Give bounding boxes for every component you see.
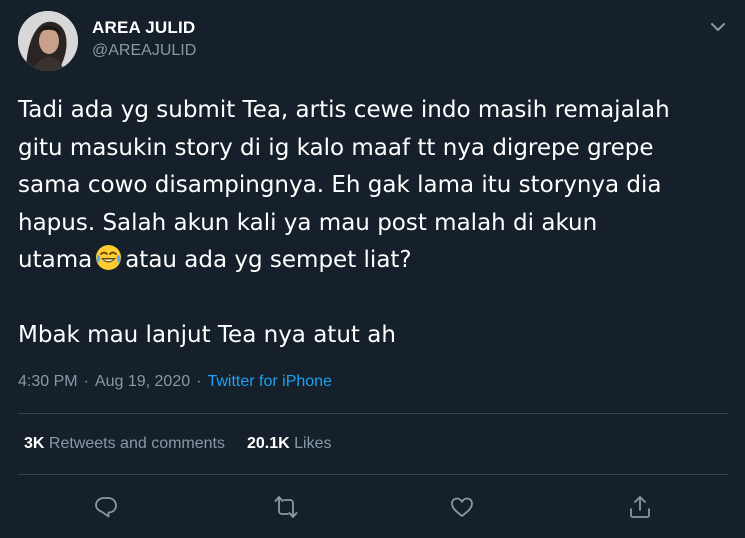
divider-bottom bbox=[18, 474, 728, 475]
meta-separator-2: · bbox=[196, 373, 202, 390]
tweet-date[interactable]: Aug 19, 2020 bbox=[95, 373, 190, 390]
avatar-image bbox=[18, 11, 78, 71]
share-icon[interactable] bbox=[627, 494, 653, 520]
tweet-header: AREA JULID @AREAJULID bbox=[18, 11, 728, 71]
likes-stat[interactable]: 20.1K Likes bbox=[247, 435, 332, 452]
tweet-actions bbox=[18, 486, 728, 526]
chevron-down-icon[interactable] bbox=[708, 17, 728, 37]
tweet-meta: 4:30 PM · Aug 19, 2020 · Twitter for iPhone bbox=[18, 371, 332, 393]
avatar[interactable] bbox=[18, 11, 78, 71]
likes-count: 20.1K bbox=[246, 435, 290, 452]
user-handle[interactable]: @AREAJULID bbox=[92, 40, 196, 62]
tweet-source-link[interactable]: Twitter for iPhone bbox=[207, 373, 332, 390]
tweet-text: Tadi ada yg submit Tea, artis cewe indo … bbox=[18, 92, 733, 355]
retweets-stat[interactable]: 3K Retweets and comments bbox=[24, 435, 225, 452]
retweets-count: 3K bbox=[24, 435, 45, 452]
retweets-label: Retweets and comments bbox=[48, 435, 225, 452]
reply-icon[interactable] bbox=[93, 494, 119, 520]
meta-separator: · bbox=[83, 373, 89, 390]
display-name[interactable]: AREA JULID bbox=[92, 17, 196, 39]
divider-top bbox=[18, 413, 728, 414]
tweet-stats: 3K Retweets and comments 20.1K Likes bbox=[24, 433, 332, 455]
tweet-card: AREA JULID @AREAJULID Tadi ada yg submit… bbox=[0, 0, 745, 538]
likes-label: Likes bbox=[294, 435, 332, 452]
user-info: AREA JULID @AREAJULID bbox=[92, 17, 196, 62]
face-with-tears-of-joy-icon bbox=[95, 244, 122, 271]
tweet-time[interactable]: 4:30 PM bbox=[18, 373, 78, 390]
retweet-icon[interactable] bbox=[273, 494, 299, 520]
heart-icon[interactable] bbox=[449, 494, 475, 520]
